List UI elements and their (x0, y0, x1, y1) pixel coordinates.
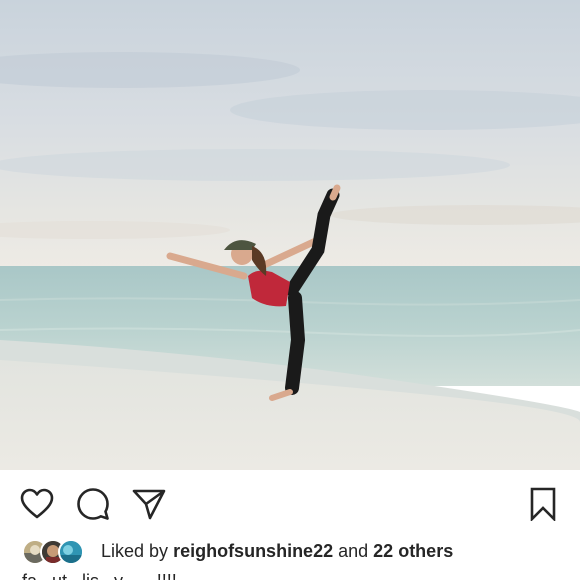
comment-button[interactable] (75, 486, 111, 522)
avatar (58, 539, 84, 565)
liker-username-link[interactable]: reighofsunshine22 (173, 541, 333, 561)
paper-plane-icon (132, 489, 166, 520)
comment-bubble-icon (77, 488, 109, 520)
likes-prefix: Liked by (101, 541, 169, 561)
liker-avatars[interactable] (22, 539, 92, 565)
likes-conjunction: and (338, 541, 369, 561)
save-button[interactable] (525, 486, 561, 522)
avatar-photo-icon (60, 541, 82, 563)
share-button[interactable] (131, 486, 167, 522)
post-photo[interactable] (0, 0, 580, 470)
likes-row: Liked by reighofsunshine22 and 22 others (0, 535, 580, 569)
instagram-post: Liked by reighofsunshine22 and 22 others… (0, 0, 580, 580)
yoga-beach-image (0, 0, 580, 470)
bookmark-outline-icon (530, 487, 556, 521)
heart-outline-icon (20, 488, 54, 519)
like-button[interactable] (19, 486, 55, 522)
likes-others-link[interactable]: 22 others (373, 541, 453, 561)
post-caption: fa...ut...lis...y.......!!!! (22, 571, 177, 580)
action-bar (0, 470, 580, 532)
likes-summary: Liked by reighofsunshine22 and 22 others (101, 541, 453, 562)
